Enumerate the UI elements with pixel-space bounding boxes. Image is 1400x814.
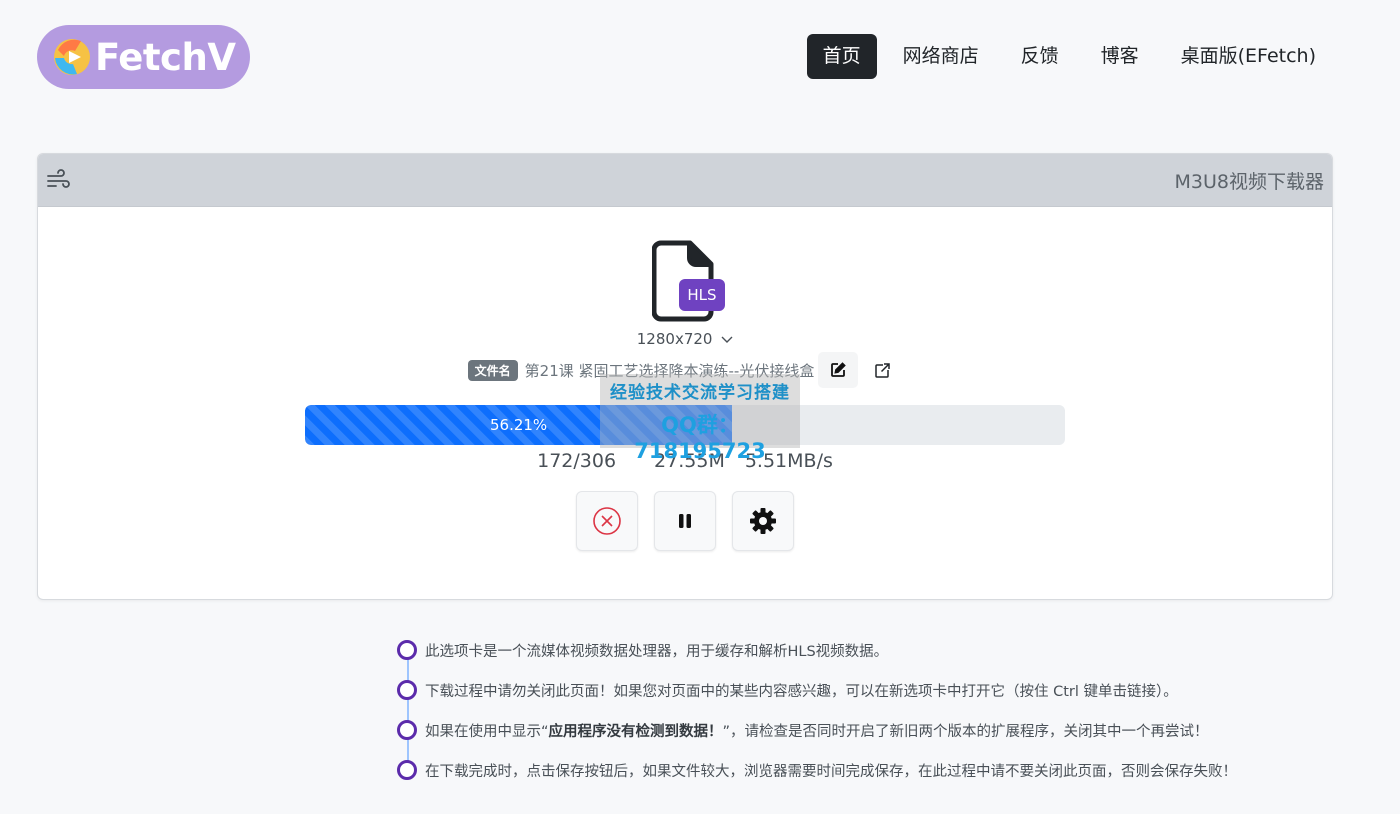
top-nav: 首页 网络商店 反馈 博客 桌面版(EFetch) (806, 34, 1332, 79)
hls-badge: HLS (679, 279, 725, 311)
timeline-dot (397, 640, 417, 660)
resolution-value: 1280x720 (636, 330, 713, 348)
progress-bar: 56.21% (305, 405, 733, 445)
filename-badge: 文件名 (467, 359, 518, 381)
filename-row: 文件名 第21课 紧固工艺选择降本演练--光伏接线盒 (38, 352, 1332, 388)
gear-icon (750, 508, 776, 534)
nav-webstore[interactable]: 网络商店 (887, 34, 995, 79)
note-item: 如果在使用中显示“应用程序没有检测到数据！”，请检查是否同时开启了新旧两个版本的… (397, 710, 1237, 750)
resolution-select[interactable]: 1280x720 (38, 330, 1332, 348)
cancel-icon (593, 507, 621, 535)
fetchv-logo-icon (54, 39, 90, 75)
notes-timeline: 此选项卡是一个流媒体视频数据处理器，用于缓存和解析HLS视频数据。 下载过程中请… (397, 630, 1237, 790)
file-icon: HLS (651, 240, 728, 324)
note-text: 在下载完成时，点击保存按钮后，如果文件较大，浏览器需要时间完成保存，在此过程中请… (425, 763, 1237, 780)
note-post: ”，请检查是否同时开启了新旧两个版本的扩展程序，关闭其中一个再尝试！ (722, 723, 1209, 740)
note-item: 此选项卡是一个流媒体视频数据处理器，用于缓存和解析HLS视频数据。 (397, 630, 1237, 670)
open-external-button[interactable] (862, 352, 902, 388)
timeline-dot (397, 720, 417, 740)
downloader-card: M3U8视频下载器 HLS 1280x720 文件名 第21课 紧固工艺选择降本… (37, 153, 1333, 600)
note-item: 在下载完成时，点击保存按钮后，如果文件较大，浏览器需要时间完成保存，在此过程中请… (397, 750, 1237, 790)
download-stats: 172/306 27.55M 5.51MB/s (38, 450, 1332, 472)
pause-icon (679, 514, 691, 528)
card-header: M3U8视频下载器 (38, 154, 1332, 207)
progress-label: 56.21% (489, 416, 548, 434)
timeline-dot (397, 760, 417, 780)
downloaded-size: 27.55M (654, 450, 725, 472)
pause-button[interactable] (654, 491, 716, 551)
wind-icon (47, 169, 70, 188)
note-pre: 如果在使用中显示“ (425, 723, 549, 740)
settings-button[interactable] (732, 491, 794, 551)
note-text: 下载过程中请勿关闭此页面！如果您对页面中的某些内容感兴趣，可以在新选项卡中打开它… (425, 683, 1178, 700)
nav-home[interactable]: 首页 (806, 34, 877, 79)
card-title: M3U8视频下载器 (1174, 170, 1324, 193)
nav-desktop[interactable]: 桌面版(EFetch) (1165, 34, 1332, 79)
brand-name: FetchV (95, 35, 236, 79)
control-buttons (38, 491, 1332, 551)
cancel-button[interactable] (576, 491, 638, 551)
note-item: 下载过程中请勿关闭此页面！如果您对页面中的某些内容感兴趣，可以在新选项卡中打开它… (397, 670, 1237, 710)
edit-filename-button[interactable] (818, 352, 859, 388)
segment-count: 172/306 (537, 450, 617, 472)
external-link-icon (875, 362, 890, 378)
download-progress: 56.21% (305, 405, 1065, 445)
filename-text: 第21课 紧固工艺选择降本演练--光伏接线盒 (524, 361, 815, 380)
chevron-down-icon (721, 333, 733, 348)
note-bold: 应用程序没有检测到数据！ (548, 723, 723, 740)
timeline-dot (397, 680, 417, 700)
nav-feedback[interactable]: 反馈 (1005, 34, 1075, 79)
edit-icon (831, 362, 847, 377)
download-speed: 5.51MB/s (744, 450, 833, 472)
nav-blog[interactable]: 博客 (1085, 34, 1155, 79)
note-text: 此选项卡是一个流媒体视频数据处理器，用于缓存和解析HLS视频数据。 (425, 643, 889, 660)
note-text: 如果在使用中显示“应用程序没有检测到数据！”，请检查是否同时开启了新旧两个版本的… (425, 720, 1209, 741)
logo[interactable]: FetchV (37, 25, 250, 89)
